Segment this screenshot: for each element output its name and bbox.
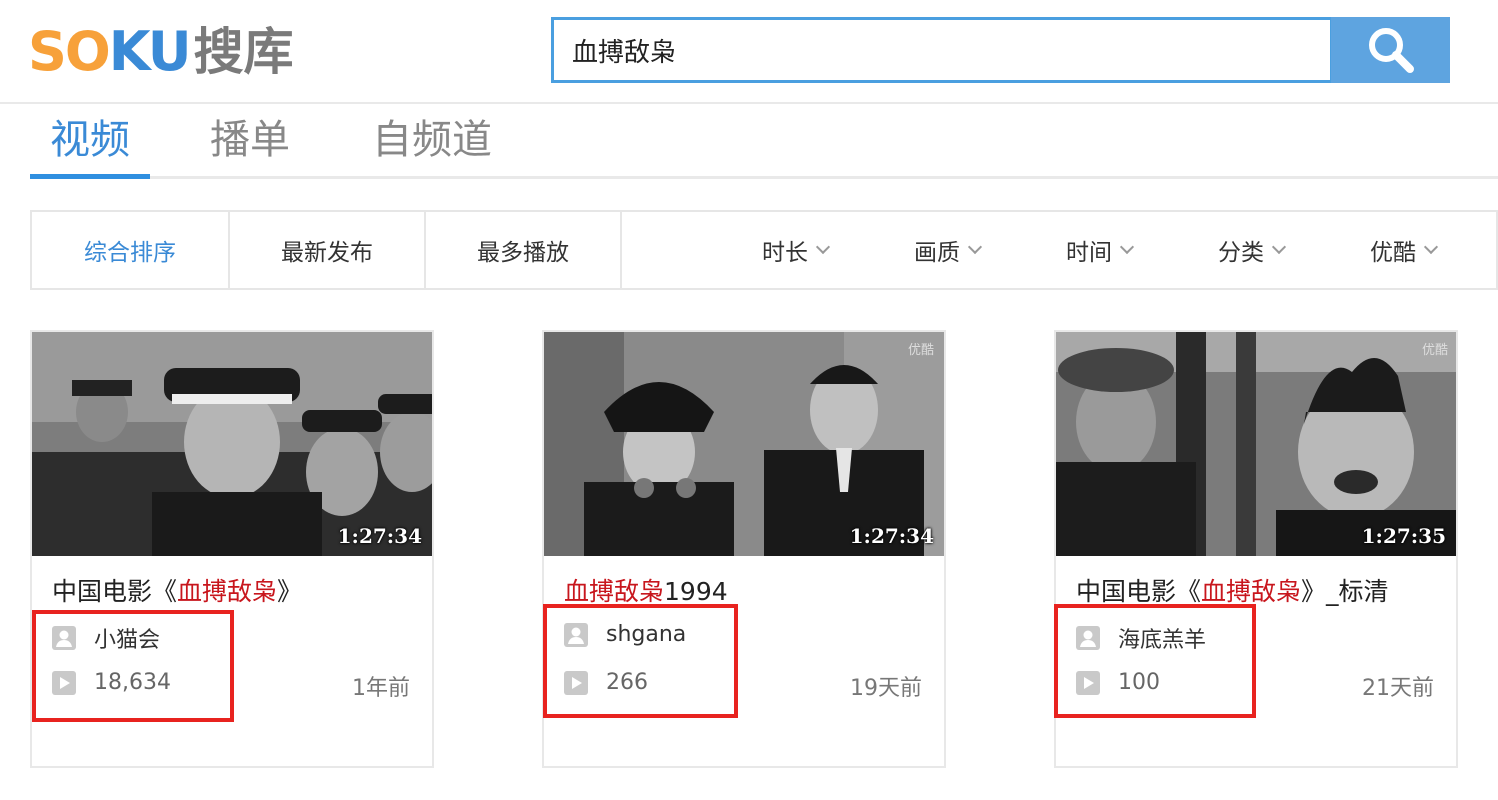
logo-cn-text: 搜库 xyxy=(193,23,294,81)
search-input[interactable]: 血搏敌枭 xyxy=(551,17,1333,83)
title-highlight: 血搏敌枭 xyxy=(1201,577,1302,606)
upload-time: 21天前 xyxy=(1362,676,1434,701)
logo-wordmark: SOKU xyxy=(28,20,192,83)
filter-duration-label: 时长 xyxy=(762,240,808,266)
annotation-box xyxy=(32,610,234,722)
tab-video[interactable]: 视频 xyxy=(50,112,130,168)
search-button[interactable] xyxy=(1331,17,1450,83)
tab-channel[interactable]: 自频道 xyxy=(372,112,492,168)
tab-active-indicator xyxy=(30,174,150,179)
video-title[interactable]: 中国电影《血搏敌枭》_标清 xyxy=(1076,572,1389,608)
sort-newest[interactable]: 最新发布 xyxy=(230,212,424,288)
svg-text:优酷: 优酷 xyxy=(908,343,934,358)
search-icon xyxy=(1368,28,1414,73)
video-thumbnail[interactable]: 优酷 1:27:35 xyxy=(1056,332,1456,556)
chevron-down-icon xyxy=(967,239,983,255)
video-title[interactable]: 中国电影《血搏敌枭》 xyxy=(52,572,302,608)
filter-time[interactable]: 时间 xyxy=(1066,212,1135,288)
filter-category-label: 分类 xyxy=(1218,240,1264,266)
filter-duration[interactable]: 时长 xyxy=(762,212,831,288)
filter-youku[interactable]: 优酷 xyxy=(1370,212,1439,288)
filter-youku-label: 优酷 xyxy=(1370,240,1416,266)
title-suffix: 1994 xyxy=(664,577,728,606)
video-title[interactable]: 血搏敌枭1994 xyxy=(564,572,728,608)
sort-relevance[interactable]: 综合排序 xyxy=(32,212,228,288)
filter-bar: 综合排序 最新发布 最多播放 时长 画质 时间 分类 优酷 xyxy=(30,210,1498,290)
title-suffix: 》_标清 xyxy=(1301,577,1389,606)
video-duration: 1:27:34 xyxy=(337,524,422,548)
filter-time-label: 时间 xyxy=(1066,240,1112,266)
upload-time: 1年前 xyxy=(352,676,410,701)
upload-time: 19天前 xyxy=(850,676,922,701)
title-prefix: 中国电影《 xyxy=(1076,577,1202,606)
filter-quality[interactable]: 画质 xyxy=(914,212,983,288)
chevron-down-icon xyxy=(1271,239,1287,255)
tab-rule xyxy=(30,176,1498,179)
annotation-box xyxy=(1054,604,1256,718)
search-query-text: 血搏敌枭 xyxy=(572,37,677,68)
chevron-down-icon xyxy=(1119,239,1135,255)
annotation-box xyxy=(543,604,738,718)
chevron-down-icon xyxy=(815,239,831,255)
video-duration: 1:27:34 xyxy=(849,524,934,548)
video-thumbnail[interactable]: 1:27:34 xyxy=(32,332,432,556)
title-highlight: 血搏敌枭 xyxy=(177,577,278,606)
title-prefix: 中国电影《 xyxy=(52,577,178,606)
filter-category[interactable]: 分类 xyxy=(1218,212,1287,288)
chevron-down-icon xyxy=(1423,239,1439,255)
svg-text:优酷: 优酷 xyxy=(1422,343,1448,358)
video-thumbnail[interactable]: 优酷 1:27:34 xyxy=(544,332,944,556)
soku-logo[interactable]: SOKU 搜库 xyxy=(28,22,294,82)
divider xyxy=(620,212,622,288)
tab-playlist[interactable]: 播单 xyxy=(210,112,290,168)
header-divider xyxy=(0,102,1498,104)
sort-most-played[interactable]: 最多播放 xyxy=(426,212,620,288)
title-suffix: 》 xyxy=(277,577,303,606)
video-duration: 1:27:35 xyxy=(1361,524,1446,548)
title-highlight: 血搏敌枭 xyxy=(564,577,665,606)
filter-quality-label: 画质 xyxy=(914,240,960,266)
